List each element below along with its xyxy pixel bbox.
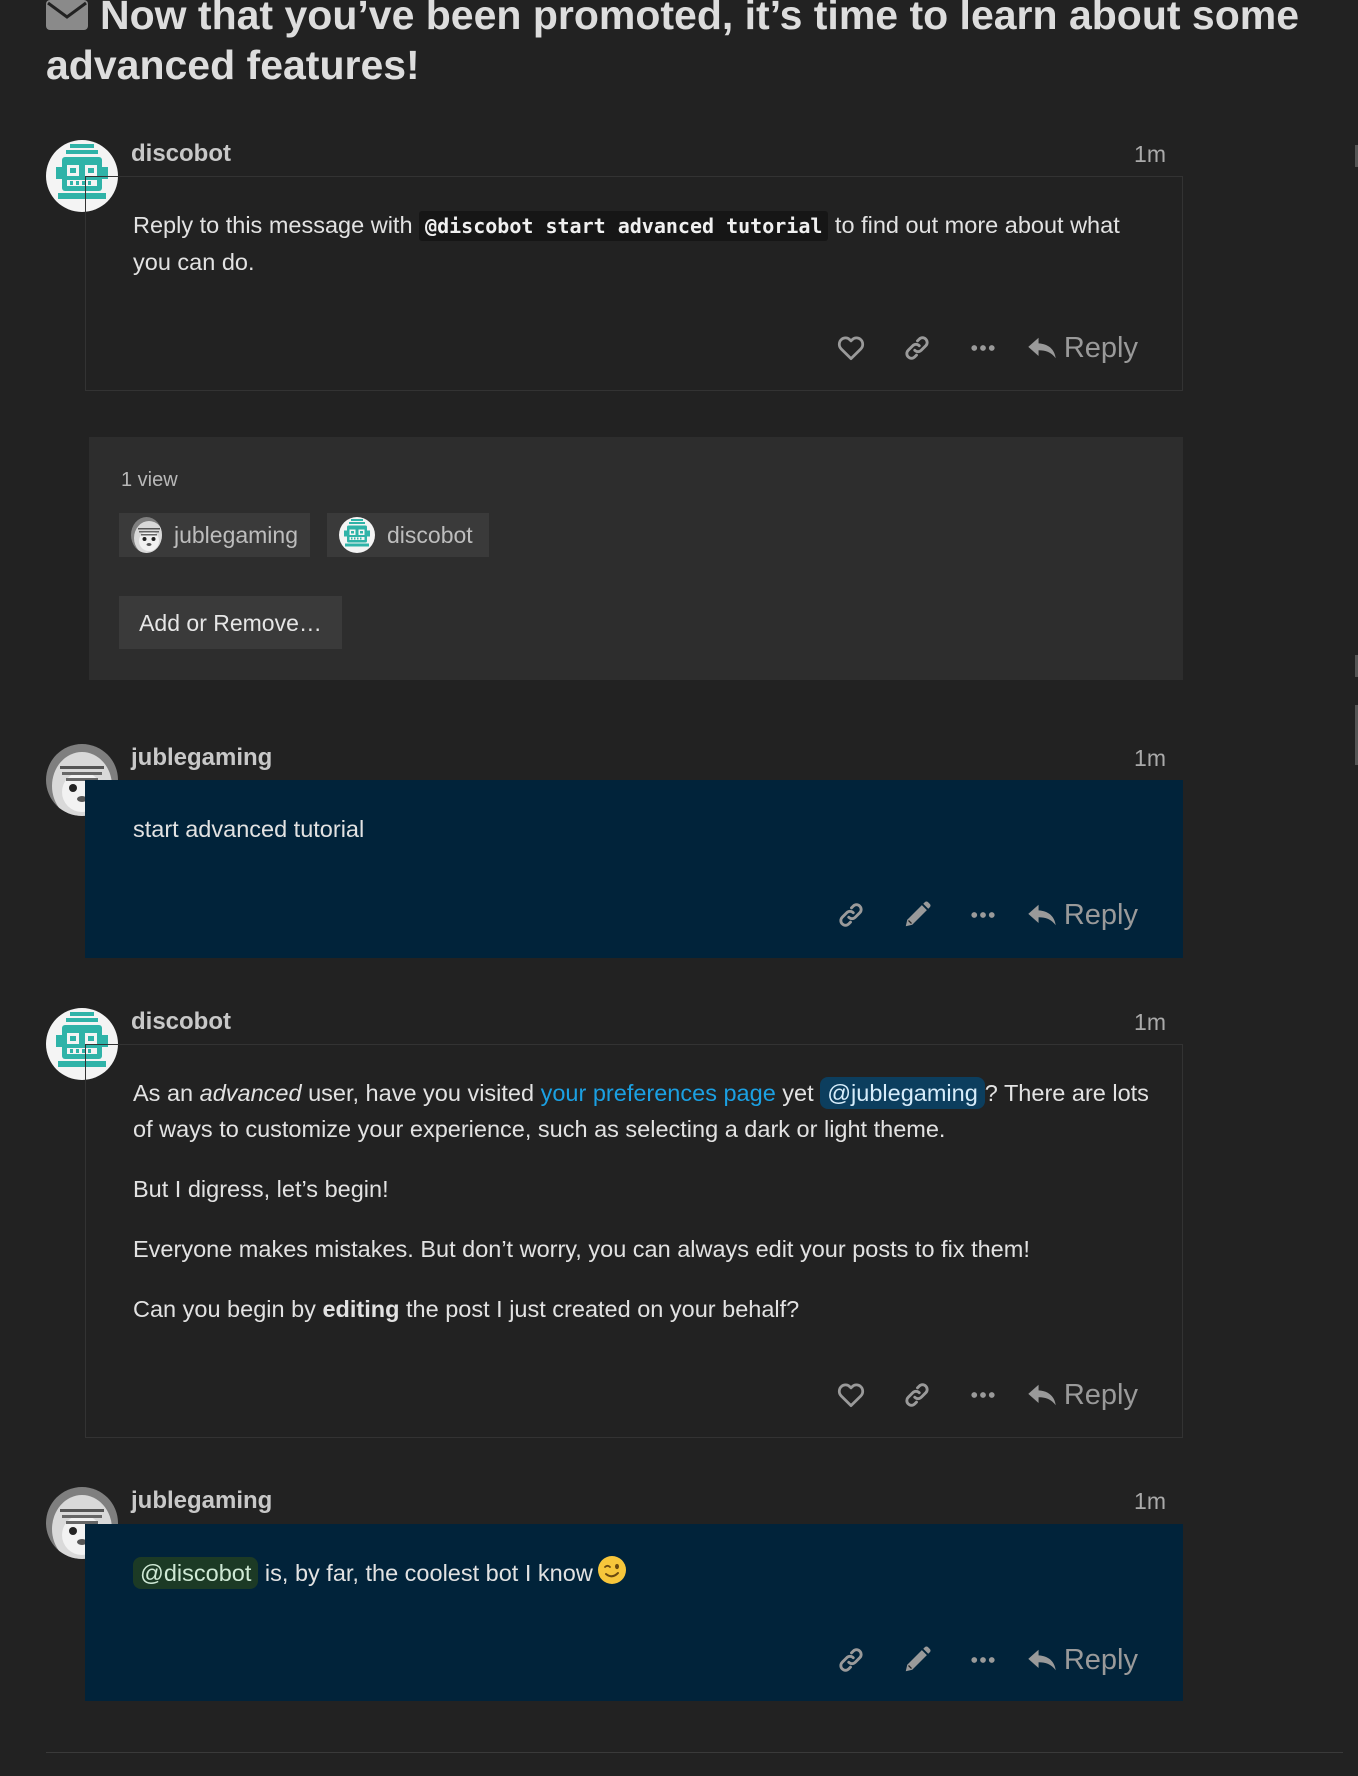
- post-content: Reply to this message with @discobot sta…: [133, 207, 1163, 304]
- post-text: start advanced tutorial: [133, 816, 365, 842]
- participant-name: discobot: [387, 521, 473, 548]
- reply-button[interactable]: Reply: [1016, 890, 1142, 940]
- post-text: But I digress, let’s begin!: [133, 1176, 389, 1202]
- avatar: [339, 517, 375, 553]
- pencil-icon[interactable]: [884, 890, 950, 940]
- post-text: user, have you visited: [301, 1080, 541, 1106]
- topic-footer-divider: [46, 1752, 1343, 1753]
- user-mention[interactable]: @discobot: [133, 1557, 259, 1589]
- add-remove-button[interactable]: Add or Remove…: [119, 596, 342, 649]
- post-text: the post I just created on your behalf?: [399, 1296, 800, 1322]
- reply-button[interactable]: Reply: [1016, 323, 1142, 373]
- more-icon[interactable]: [950, 1635, 1016, 1685]
- post-author[interactable]: jublegaming: [131, 744, 272, 772]
- link-icon[interactable]: [818, 890, 884, 940]
- avatar: [131, 517, 162, 553]
- emphasis-text: advanced: [199, 1080, 302, 1106]
- reply-icon: [1026, 901, 1058, 929]
- more-icon[interactable]: [950, 323, 1016, 373]
- link-icon[interactable]: [818, 1635, 884, 1685]
- reply-label: Reply: [1063, 1378, 1138, 1411]
- inline-code: @discobot start advanced tutorial: [419, 211, 829, 241]
- reply-label: Reply: [1063, 1643, 1138, 1676]
- post-date[interactable]: 1m: [1100, 1488, 1166, 1515]
- user-mention[interactable]: @jublegaming: [820, 1077, 985, 1109]
- reply-icon: [1026, 1381, 1058, 1409]
- topic-title-text: Now that you’ve been promoted, it’s time…: [46, 0, 1300, 88]
- view-count: 1 view: [121, 469, 178, 491]
- heart-icon[interactable]: [818, 323, 884, 373]
- post-date[interactable]: 1m: [1100, 745, 1166, 772]
- pencil-icon[interactable]: [884, 1635, 950, 1685]
- post-author[interactable]: discobot: [131, 140, 231, 168]
- preferences-link[interactable]: your preferences page: [541, 1080, 776, 1106]
- post-text: yet: [775, 1080, 821, 1106]
- reply-button[interactable]: Reply: [1016, 1370, 1142, 1420]
- topic-title: Now that you’ve been promoted, it’s time…: [46, 0, 1336, 90]
- link-icon[interactable]: [884, 1370, 950, 1420]
- more-icon[interactable]: [950, 890, 1016, 940]
- post-content: As an advanced user, have you visited yo…: [133, 1075, 1163, 1351]
- post-text: is, by far, the coolest bot I know: [258, 1560, 593, 1586]
- link-icon[interactable]: [884, 323, 950, 373]
- reply-button[interactable]: Reply: [1016, 1635, 1142, 1685]
- envelope-icon: [46, 0, 88, 30]
- post-date[interactable]: 1m: [1100, 141, 1166, 168]
- post-author[interactable]: jublegaming: [131, 1487, 272, 1515]
- post-content: @discobot is, by far, the coolest bot I …: [133, 1555, 1163, 1615]
- more-icon[interactable]: [950, 1370, 1016, 1420]
- post-body-container: start advanced tutorial Reply: [85, 780, 1183, 958]
- private-message-map: 1 view jublegaming discobot Add or Remov…: [89, 437, 1183, 680]
- post-text: Can you begin by: [133, 1296, 323, 1322]
- post-body-container: As an advanced user, have you visited yo…: [85, 1044, 1183, 1438]
- post-actions: Reply: [818, 323, 1142, 373]
- wink-emoji-icon: [597, 1555, 627, 1585]
- post-text: As an: [133, 1080, 200, 1106]
- bold-text: editing: [322, 1296, 400, 1322]
- post-actions: Reply: [818, 890, 1142, 940]
- heart-icon[interactable]: [818, 1370, 884, 1420]
- reply-icon: [1026, 334, 1058, 362]
- reply-icon: [1026, 1646, 1058, 1674]
- post-text: Reply to this message with: [133, 212, 420, 238]
- reply-label: Reply: [1063, 898, 1138, 931]
- post-body-container: @discobot is, by far, the coolest bot I …: [85, 1524, 1183, 1701]
- post-actions: Reply: [818, 1370, 1142, 1420]
- participant-name: jublegaming: [173, 521, 298, 548]
- post-author[interactable]: discobot: [131, 1008, 231, 1036]
- post-date[interactable]: 1m: [1100, 1009, 1166, 1036]
- post-body-container: Reply to this message with @discobot sta…: [85, 176, 1183, 391]
- participant-chip[interactable]: jublegaming: [119, 513, 310, 557]
- reply-label: Reply: [1063, 331, 1138, 364]
- post-content: start advanced tutorial: [133, 811, 1163, 871]
- post-actions: Reply: [818, 1635, 1142, 1685]
- post-text: Everyone makes mistakes. But don’t worry…: [133, 1236, 1030, 1262]
- participant-chip[interactable]: discobot: [327, 513, 489, 557]
